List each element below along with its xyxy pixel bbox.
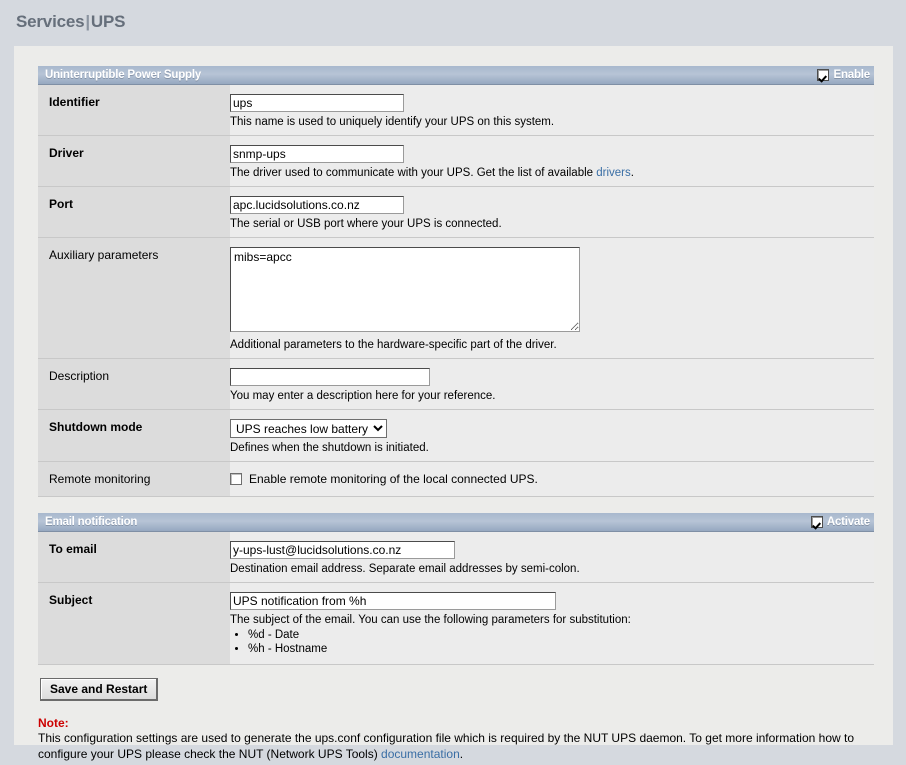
ups-enable-toggle[interactable]: Enable xyxy=(817,69,870,81)
field-driver: The driver used to communicate with your… xyxy=(230,136,874,186)
email-section-title: Email notification xyxy=(45,516,138,528)
row-port: Port The serial or USB port where your U… xyxy=(38,187,874,238)
auxiliary-parameters-textarea[interactable]: mibs=apcc xyxy=(230,247,580,332)
row-shutdown-mode: Shutdown mode UPS reaches low battery De… xyxy=(38,410,874,462)
ups-enable-checkbox[interactable] xyxy=(817,69,830,81)
label-description: Description xyxy=(38,359,230,409)
subject-hint: The subject of the email. You can use th… xyxy=(230,614,631,626)
label-driver: Driver xyxy=(38,136,230,186)
field-subject: The subject of the email. You can use th… xyxy=(230,583,874,664)
field-identifier: This name is used to uniquely identify y… xyxy=(230,85,874,135)
page-title-sub: UPS xyxy=(90,12,126,31)
field-auxiliary-parameters: mibs=apcc Additional parameters to the h… xyxy=(230,238,874,358)
row-auxiliary-parameters: Auxiliary parameters mibs=apcc Additiona… xyxy=(38,238,874,359)
form-container: Uninterruptible Power Supply Enable Iden… xyxy=(38,66,874,763)
shutdown-mode-select[interactable]: UPS reaches low battery xyxy=(230,419,387,438)
row-to-email: To email Destination email address. Sepa… xyxy=(38,532,874,583)
label-shutdown-mode: Shutdown mode xyxy=(38,410,230,461)
row-identifier: Identifier This name is used to uniquely… xyxy=(38,85,874,136)
ups-section-header: Uninterruptible Power Supply Enable xyxy=(38,66,874,85)
remote-monitoring-checkbox[interactable] xyxy=(230,473,242,485)
label-to-email: To email xyxy=(38,532,230,582)
port-input[interactable] xyxy=(230,196,404,214)
row-subject: Subject The subject of the email. You ca… xyxy=(38,583,874,665)
page-title-main: Services xyxy=(16,12,85,31)
label-subject: Subject xyxy=(38,583,230,664)
documentation-link[interactable]: documentation xyxy=(381,747,460,761)
row-remote-monitoring: Remote monitoring Enable remote monitori… xyxy=(38,462,874,497)
label-port: Port xyxy=(38,187,230,237)
list-item: %h - Hostname xyxy=(248,642,874,656)
field-description: You may enter a description here for you… xyxy=(230,359,874,409)
note-body: This configuration settings are used to … xyxy=(38,731,868,763)
note-text-after: . xyxy=(459,746,464,761)
list-item: %d - Date xyxy=(248,628,874,642)
port-hint: The serial or USB port where your UPS is… xyxy=(230,218,502,230)
label-identifier: Identifier xyxy=(38,85,230,135)
email-section: Email notification Activate To email Des… xyxy=(38,513,874,665)
subject-input[interactable] xyxy=(230,592,556,610)
save-and-restart-button[interactable]: Save and Restart xyxy=(40,677,159,701)
shutdown-mode-hint: Defines when the shutdown is initiated. xyxy=(230,442,429,454)
row-driver: Driver The driver used to communicate wi… xyxy=(38,136,874,187)
note-title: Note: xyxy=(38,715,69,730)
email-section-header: Email notification Activate xyxy=(38,513,874,532)
description-hint: You may enter a description here for you… xyxy=(230,390,496,402)
ups-section-title: Uninterruptible Power Supply xyxy=(45,69,202,81)
remote-monitoring-toggle[interactable]: Enable remote monitoring of the local co… xyxy=(230,471,874,486)
field-port: The serial or USB port where your UPS is… xyxy=(230,187,874,237)
driver-hint-text-after: . xyxy=(630,167,634,179)
identifier-hint: This name is used to uniquely identify y… xyxy=(230,116,555,128)
driver-input[interactable] xyxy=(230,145,404,163)
remote-monitoring-checkbox-label: Enable remote monitoring of the local co… xyxy=(249,472,538,486)
note-block: Note: This configuration settings are us… xyxy=(38,701,874,763)
identifier-input[interactable] xyxy=(230,94,404,112)
to-email-hint: Destination email address. Separate emai… xyxy=(230,563,580,575)
label-remote-monitoring: Remote monitoring xyxy=(38,462,230,496)
ups-enable-label: Enable xyxy=(833,69,870,81)
driver-hint: The driver used to communicate with your… xyxy=(230,167,874,179)
email-activate-label: Activate xyxy=(826,516,870,528)
driver-hint-text-before: The driver used to communicate with your… xyxy=(230,167,597,179)
label-auxiliary-parameters: Auxiliary parameters xyxy=(38,238,230,358)
field-remote-monitoring: Enable remote monitoring of the local co… xyxy=(230,462,874,496)
page-title: Services|UPS xyxy=(0,0,906,34)
content-panel: Uninterruptible Power Supply Enable Iden… xyxy=(14,46,893,761)
field-shutdown-mode: UPS reaches low battery Defines when the… xyxy=(230,410,874,461)
ups-section: Uninterruptible Power Supply Enable Iden… xyxy=(38,66,874,497)
email-activate-checkbox[interactable] xyxy=(810,516,823,528)
email-activate-toggle[interactable]: Activate xyxy=(810,516,870,528)
drivers-link[interactable]: drivers xyxy=(596,167,631,179)
auxiliary-parameters-hint: Additional parameters to the hardware-sp… xyxy=(230,339,557,351)
page-title-separator: | xyxy=(85,12,90,31)
field-to-email: Destination email address. Separate emai… xyxy=(230,532,874,582)
subject-parameter-list: %d - Date %h - Hostname xyxy=(230,628,874,657)
action-bar: Save and Restart xyxy=(38,665,874,701)
to-email-input[interactable] xyxy=(230,541,455,559)
description-input[interactable] xyxy=(230,368,430,386)
row-description: Description You may enter a description … xyxy=(38,359,874,410)
